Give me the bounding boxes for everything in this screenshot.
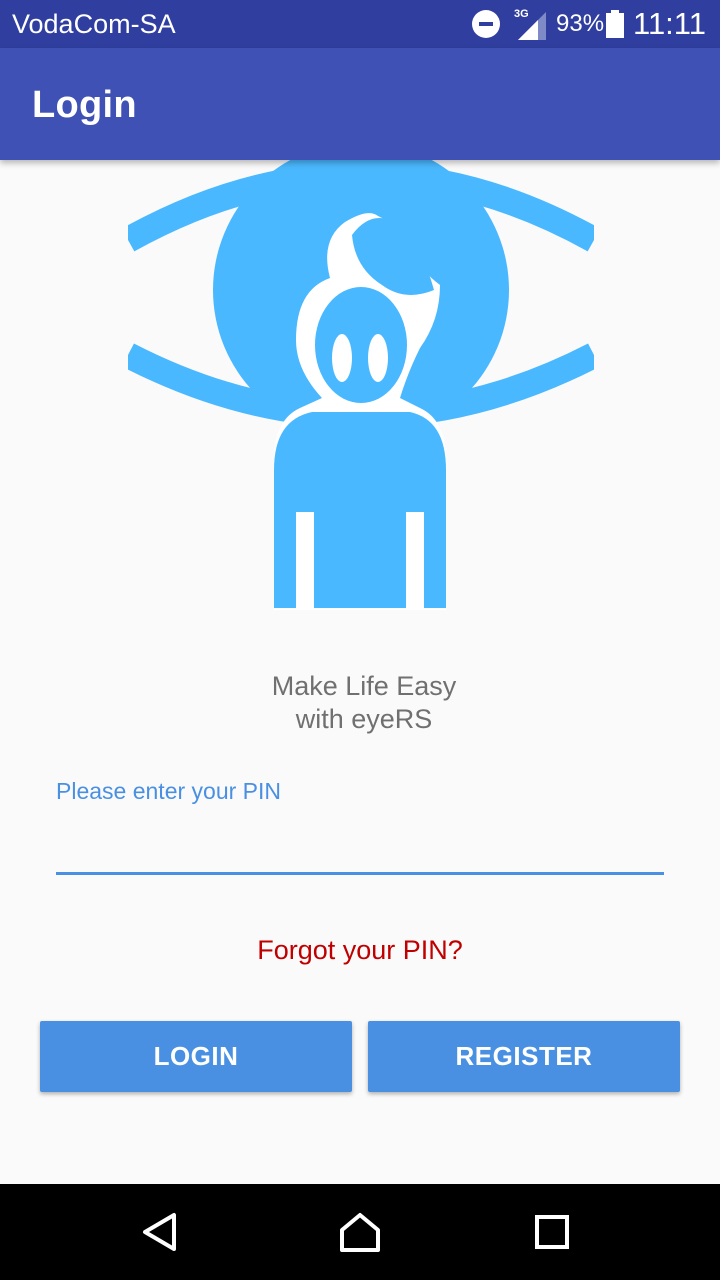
network-type: 3G xyxy=(514,8,529,20)
pin-input[interactable] xyxy=(56,820,664,875)
pin-label: Please enter your PIN xyxy=(56,778,282,804)
home-icon[interactable] xyxy=(338,1210,382,1254)
back-icon[interactable] xyxy=(138,1210,182,1254)
tagline: Make Life Easy with eyeRS xyxy=(0,670,720,736)
recents-icon[interactable] xyxy=(530,1210,574,1254)
login-button[interactable]: LOGIN xyxy=(40,1021,352,1092)
status-bar: VodaCom-SA 3G 93% 11:11 xyxy=(0,0,720,48)
battery-percentage: 93% xyxy=(556,10,605,37)
forgot-pin-link[interactable]: Forgot your PIN? xyxy=(0,935,720,966)
do-not-disturb-icon xyxy=(472,10,500,38)
navigation-bar xyxy=(0,1184,720,1280)
carrier-name: VodaCom-SA xyxy=(12,9,176,39)
signal-icon: 3G xyxy=(514,8,546,40)
page-title: Login xyxy=(32,84,137,126)
battery-icon xyxy=(606,10,624,38)
eye-person-logo-icon xyxy=(128,160,594,610)
register-button[interactable]: REGISTER xyxy=(368,1021,680,1092)
tagline-line-2: with eyeRS xyxy=(295,704,433,734)
app-bar: Login xyxy=(0,48,720,160)
tagline-line-1: Make Life Easy xyxy=(271,671,457,701)
clock: 11:11 xyxy=(633,6,706,41)
